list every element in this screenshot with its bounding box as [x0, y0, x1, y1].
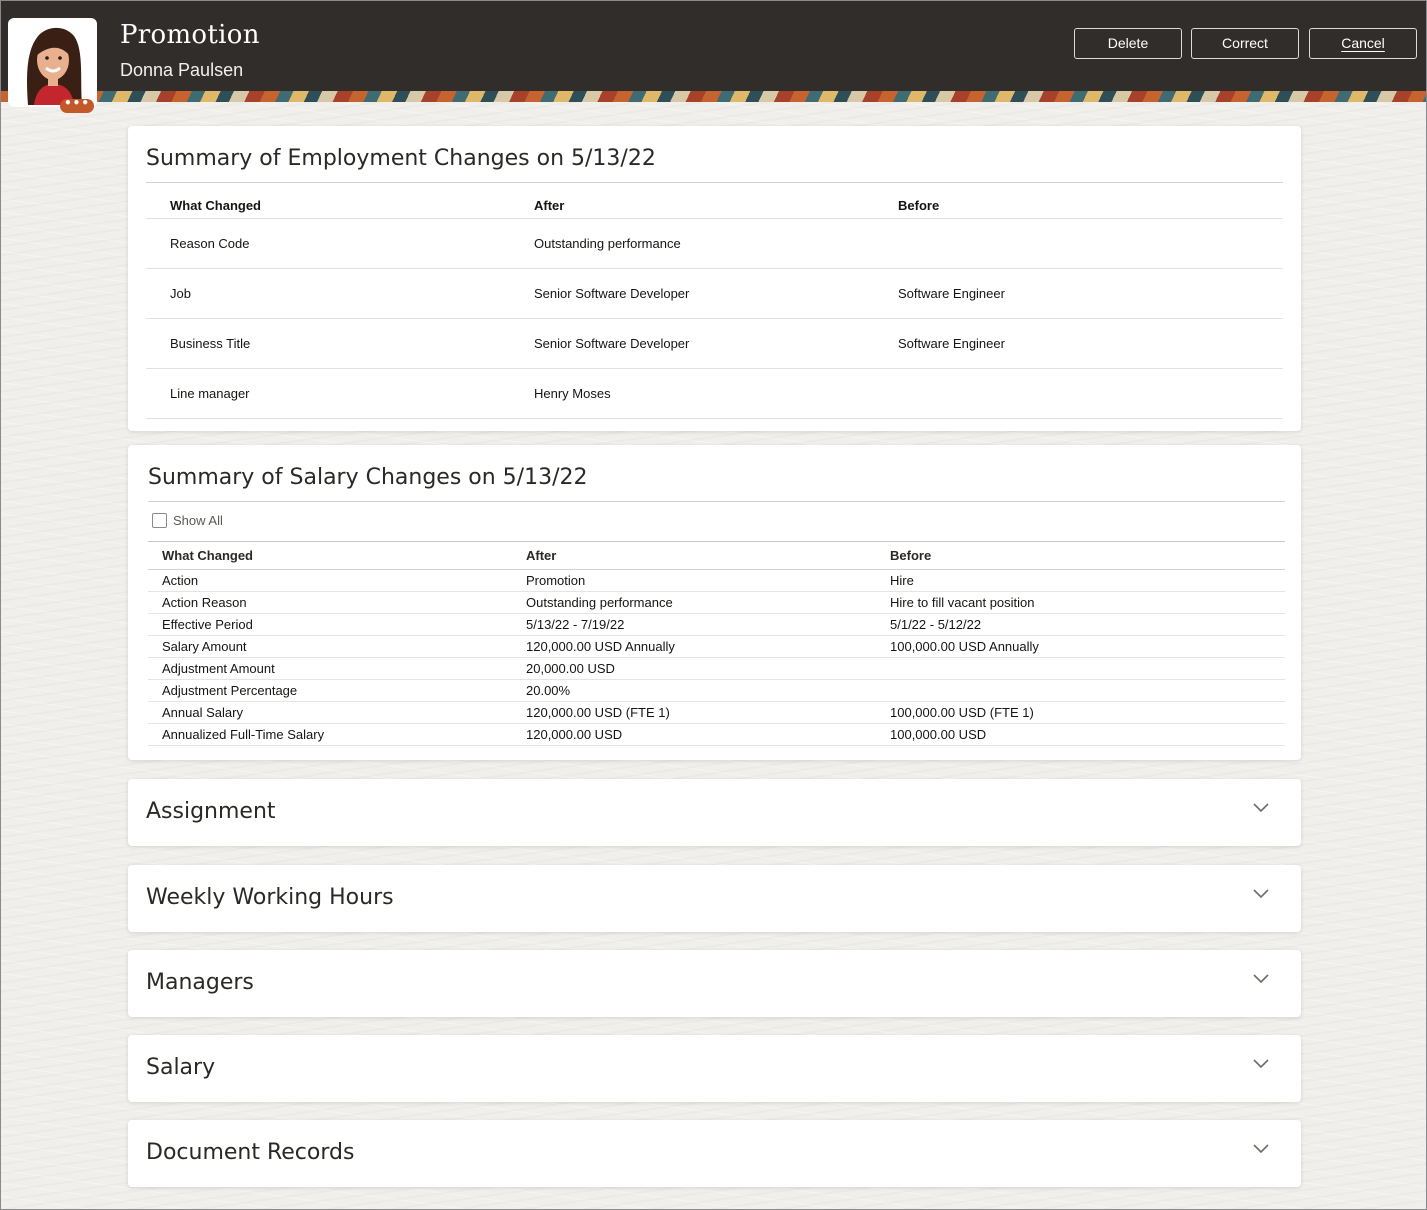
window-frame	[0, 0, 1427, 1210]
